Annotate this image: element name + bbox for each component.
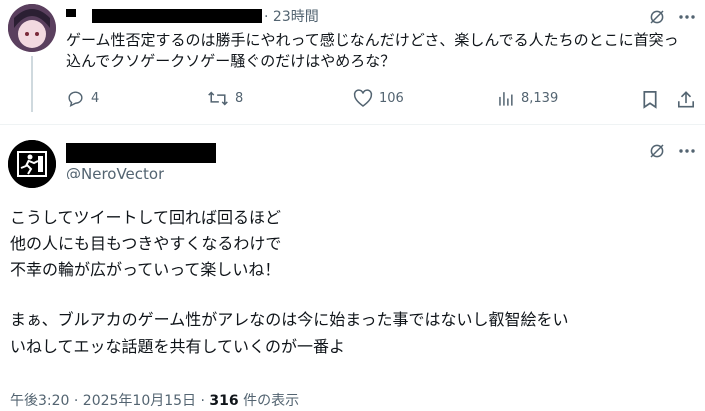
redacted-handle <box>92 9 262 23</box>
thread-line <box>31 56 33 112</box>
redacted-name <box>66 9 76 17</box>
avatar-illustration <box>8 4 56 52</box>
repost-icon <box>208 91 228 106</box>
dot-separator: · <box>264 9 273 25</box>
redacted-display-name <box>66 143 216 163</box>
main-tweet-text: こうしてツイートして回れば回るほど 他の人にも目もつきやすくなるわけで 不幸の輪… <box>10 206 690 361</box>
reply-time-label: 23時間 <box>272 9 319 25</box>
reply-button[interactable]: 4 <box>66 89 99 108</box>
like-count: 106 <box>379 91 404 106</box>
reply-count: 4 <box>91 91 100 106</box>
view-count: 316 <box>209 393 239 409</box>
tweet-line: 不幸の輪が広がっていって楽しいね！ <box>10 260 281 279</box>
more-icon[interactable] <box>676 140 698 162</box>
views-button[interactable]: 8,139 <box>496 89 558 108</box>
grok-icon[interactable] <box>646 6 668 28</box>
more-icon[interactable] <box>676 6 698 28</box>
reply-icon <box>68 91 83 107</box>
like-button[interactable]: 106 <box>353 89 404 108</box>
share-icon[interactable] <box>676 89 696 109</box>
repost-count: 8 <box>235 91 244 106</box>
repost-button[interactable]: 8 <box>207 89 243 108</box>
grok-icon[interactable] <box>646 140 668 162</box>
view-suffix: 件の表示 <box>238 393 300 409</box>
main-avatar[interactable] <box>8 140 56 188</box>
tweet-line: まぁ、ブルアカのゲーム性がアレなのは今に始まった事ではないし叡智絵をい <box>10 310 569 329</box>
running-man-icon <box>8 140 56 188</box>
main-handle[interactable]: @NeroVector <box>66 165 164 179</box>
tweet-line: いねしてエッな話題を共有していくのが一番よ <box>10 337 346 356</box>
bookmark-icon[interactable] <box>640 89 660 109</box>
reply-time[interactable]: · 23時間 <box>264 6 319 26</box>
like-icon <box>353 89 373 107</box>
dot-separator: · <box>196 393 210 409</box>
divider <box>0 124 705 125</box>
tweet-meta: 午後3:20 · 2025年10月15日 · 316 件の表示 <box>10 390 299 410</box>
reply-avatar[interactable] <box>8 4 56 52</box>
reply-text: ゲーム性否定するのは勝手にやれって感じなんだけどさ、楽しんでる人たちのとこに首突… <box>66 31 679 70</box>
tweet-line: 他の人にも目もつきやすくなるわけで <box>10 234 282 253</box>
timestamp[interactable]: 午後3:20 · 2025年10月15日 <box>10 393 196 409</box>
views-count: 8,139 <box>521 91 559 106</box>
views-icon <box>499 92 513 106</box>
tweet-line: こうしてツイートして回れば回るほど <box>10 208 282 227</box>
